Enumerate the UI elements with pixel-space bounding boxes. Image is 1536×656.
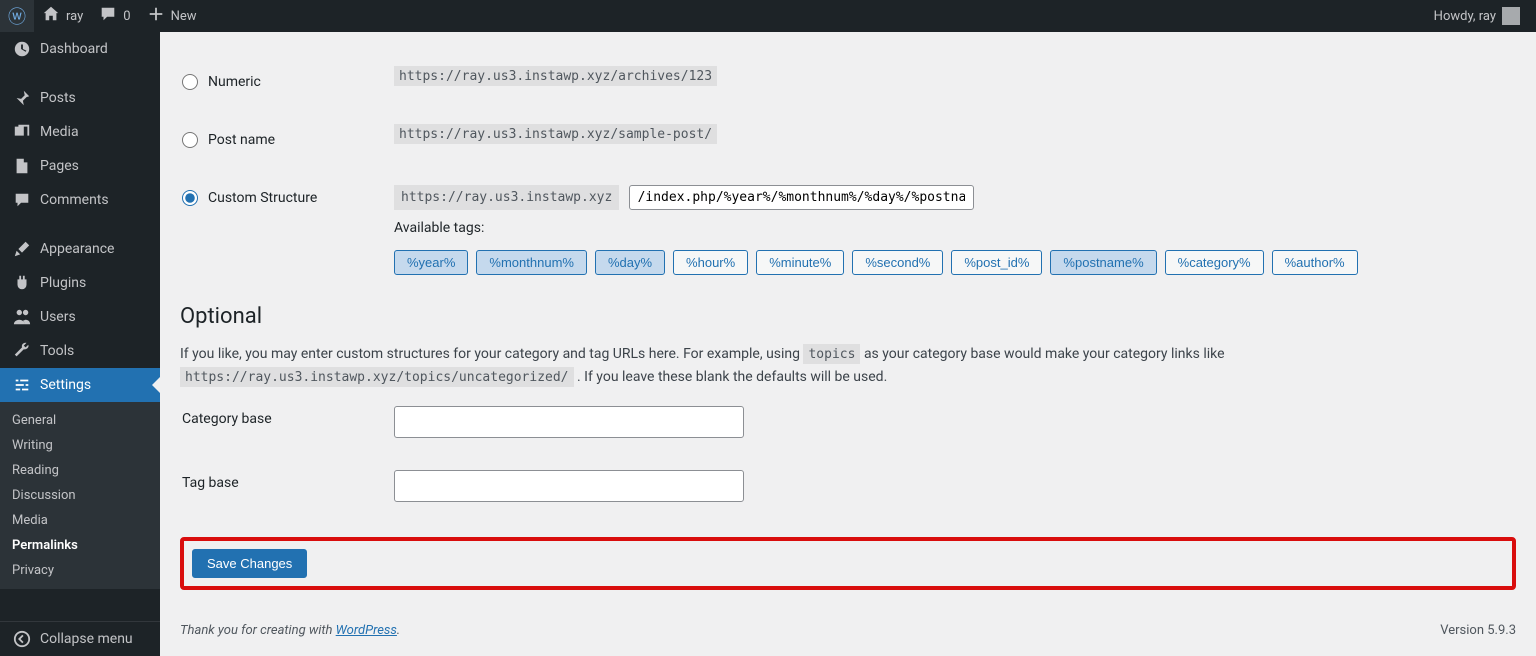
site-name: ray <box>66 9 83 24</box>
optional-description: If you like, you may enter custom struct… <box>180 343 1280 389</box>
available-tags: %year% %monthnum% %day% %hour% %minute% … <box>394 250 1504 275</box>
tag-base-input[interactable] <box>394 470 744 502</box>
tag-year[interactable]: %year% <box>394 250 468 275</box>
example-url-code: https://ray.us3.instawp.xyz/topics/uncat… <box>180 367 574 387</box>
tag-hour[interactable]: %hour% <box>673 250 748 275</box>
brush-icon <box>12 240 32 258</box>
plug-icon <box>12 274 32 292</box>
collapse-menu[interactable]: Collapse menu <box>0 621 160 656</box>
main-content: Numeric https://ray.us3.instawp.xyz/arch… <box>160 32 1536 656</box>
settings-submenu: General Writing Reading Discussion Media… <box>0 402 160 589</box>
postname-example: https://ray.us3.instawp.xyz/sample-post/ <box>394 124 717 144</box>
tag-author[interactable]: %author% <box>1272 250 1358 275</box>
sidebar-item-users[interactable]: Users <box>0 300 160 334</box>
wp-logo[interactable]: ⓦ <box>0 0 34 32</box>
sidebar-item-media[interactable]: Media <box>0 115 160 149</box>
custom-radio[interactable] <box>182 190 198 206</box>
comment-icon <box>99 5 117 27</box>
dashboard-icon <box>12 40 32 58</box>
howdy-text: Howdy, ray <box>1434 9 1496 24</box>
tag-minute[interactable]: %minute% <box>756 250 844 275</box>
tag-day[interactable]: %day% <box>595 250 665 275</box>
subitem-privacy[interactable]: Privacy <box>0 558 160 583</box>
subitem-media[interactable]: Media <box>0 508 160 533</box>
comment-icon <box>12 191 32 209</box>
numeric-option[interactable]: Numeric <box>182 74 372 90</box>
tag-second[interactable]: %second% <box>852 250 943 275</box>
admin-sidebar: Dashboard Posts Media Pages Comments App… <box>0 32 160 656</box>
admin-footer: Thank you for creating with WordPress. V… <box>180 597 1516 656</box>
available-tags-label: Available tags: <box>394 220 1504 236</box>
custom-option[interactable]: Custom Structure <box>182 190 372 206</box>
subitem-writing[interactable]: Writing <box>0 433 160 458</box>
page-icon <box>12 157 32 175</box>
sidebar-item-tools[interactable]: Tools <box>0 334 160 368</box>
tag-category[interactable]: %category% <box>1165 250 1264 275</box>
users-icon <box>12 308 32 326</box>
permalink-table: Numeric https://ray.us3.instawp.xyz/arch… <box>180 52 1516 292</box>
save-highlight: Save Changes <box>180 537 1516 590</box>
category-base-input[interactable] <box>394 406 744 438</box>
tag-postname[interactable]: %postname% <box>1050 250 1156 275</box>
custom-structure-input[interactable] <box>629 185 974 210</box>
tag-monthnum[interactable]: %monthnum% <box>476 250 587 275</box>
custom-prefix: https://ray.us3.instawp.xyz <box>394 185 619 210</box>
sliders-icon <box>12 376 32 394</box>
subitem-discussion[interactable]: Discussion <box>0 483 160 508</box>
wrench-icon <box>12 342 32 360</box>
subitem-general[interactable]: General <box>0 408 160 433</box>
sidebar-item-dashboard[interactable]: Dashboard <box>0 32 160 66</box>
save-changes-button[interactable]: Save Changes <box>192 549 307 578</box>
media-icon <box>12 123 32 141</box>
subitem-reading[interactable]: Reading <box>0 458 160 483</box>
tag-postid[interactable]: %post_id% <box>951 250 1042 275</box>
tag-base-label: Tag base <box>182 455 382 517</box>
optional-heading: Optional <box>180 304 1516 329</box>
subitem-permalinks[interactable]: Permalinks <box>0 533 160 558</box>
comment-count: 0 <box>123 9 130 24</box>
avatar <box>1502 7 1520 25</box>
plus-icon <box>147 5 165 27</box>
wordpress-icon: ⓦ <box>8 3 26 29</box>
sidebar-item-appearance[interactable]: Appearance <box>0 232 160 266</box>
collapse-icon <box>12 630 32 648</box>
pin-icon <box>12 89 32 107</box>
howdy-link[interactable]: Howdy, ray <box>1426 0 1528 32</box>
postname-radio[interactable] <box>182 132 198 148</box>
sidebar-item-settings[interactable]: Settings <box>0 368 160 402</box>
sidebar-item-plugins[interactable]: Plugins <box>0 266 160 300</box>
category-base-label: Category base <box>182 391 382 453</box>
new-content-link[interactable]: New <box>139 0 205 32</box>
home-icon <box>42 5 60 27</box>
new-label: New <box>171 9 197 24</box>
sidebar-item-comments[interactable]: Comments <box>0 183 160 217</box>
numeric-radio[interactable] <box>182 74 198 90</box>
version-text: Version 5.9.3 <box>1440 623 1516 638</box>
comments-link[interactable]: 0 <box>91 0 138 32</box>
site-name-link[interactable]: ray <box>34 0 91 32</box>
sidebar-item-posts[interactable]: Posts <box>0 81 160 115</box>
wordpress-link[interactable]: WordPress <box>336 623 397 638</box>
postname-option[interactable]: Post name <box>182 132 372 148</box>
sidebar-item-pages[interactable]: Pages <box>0 149 160 183</box>
topics-code: topics <box>803 344 860 364</box>
admin-toolbar: ⓦ ray 0 New Howdy, ray <box>0 0 1536 32</box>
numeric-example: https://ray.us3.instawp.xyz/archives/123 <box>394 66 717 86</box>
